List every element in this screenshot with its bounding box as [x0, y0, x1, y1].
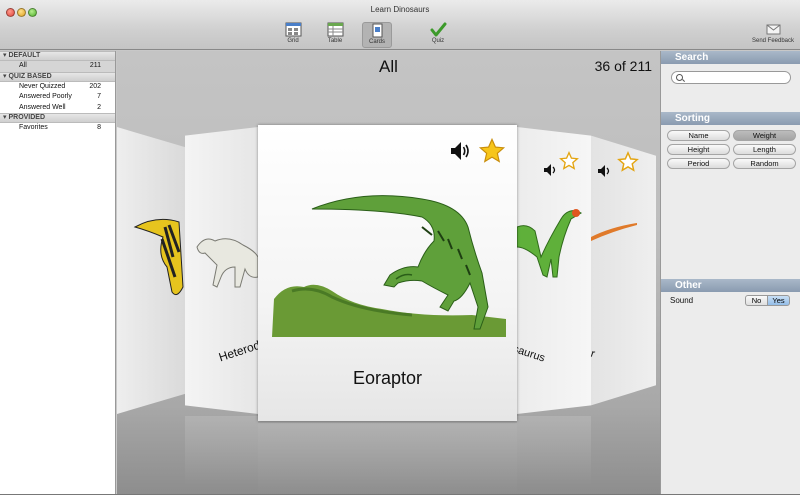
- speaker-icon[interactable]: [449, 140, 471, 162]
- card-flow-stage: All 36 of 211 Heterodo saurus r Eoraptor: [117, 51, 660, 494]
- card-counter: 36 of 211: [594, 58, 652, 74]
- speaker-icon[interactable]: [543, 163, 557, 177]
- window-title: Learn Dinosaurs: [370, 5, 430, 14]
- table-view-button[interactable]: Table: [320, 22, 350, 48]
- star-outline-icon[interactable]: [559, 151, 579, 171]
- grid-view-button[interactable]: Grid: [278, 22, 308, 48]
- sort-random-button[interactable]: Random: [733, 158, 796, 169]
- card-far-left[interactable]: [117, 127, 185, 414]
- left-card-reflection: [185, 416, 258, 486]
- sidebar-item-all[interactable]: All 211: [0, 61, 115, 72]
- star-filled-icon[interactable]: [478, 137, 506, 165]
- dinosaur-image: [272, 195, 506, 337]
- sidebar-item-label: Answered Well: [19, 103, 66, 111]
- search-input[interactable]: [671, 71, 791, 84]
- sidebar-item-label: All: [19, 62, 27, 69]
- sort-period-button[interactable]: Period: [667, 158, 730, 169]
- quiz-label: Quiz: [431, 38, 445, 44]
- other-section: Other: [661, 279, 800, 292]
- envelope-icon: [766, 24, 780, 35]
- sidebar-item-count: 7: [97, 93, 101, 100]
- collection-title: All: [379, 57, 398, 76]
- card-center[interactable]: Eoraptor: [258, 125, 517, 421]
- speaker-icon[interactable]: [597, 164, 611, 178]
- sidebar: ▾ DEFAULT All 211 ▾ QUIZ BASED Never Qui…: [0, 51, 116, 494]
- sidebar-item-count: 211: [89, 62, 101, 69]
- star-outline-icon[interactable]: [617, 151, 639, 173]
- group-title: QUIZ BASED: [8, 72, 52, 80]
- sidebar-item-answered-well[interactable]: Answered Well 2: [0, 103, 115, 114]
- sorting-section-header: Sorting: [661, 112, 800, 125]
- sidebar-item-count: 8: [97, 124, 101, 131]
- table-label: Table: [327, 38, 343, 44]
- card-far-right[interactable]: [591, 135, 656, 406]
- sort-height-button[interactable]: Height: [667, 144, 730, 155]
- card-right[interactable]: [517, 127, 591, 414]
- send-feedback-label: Send Feedback: [751, 38, 795, 44]
- cards-view-button[interactable]: Cards: [362, 22, 392, 48]
- sidebar-item-label: Favorites: [19, 124, 48, 131]
- sorting-section: Sorting: [661, 112, 800, 125]
- sidebar-item-label: Never Quizzed: [19, 82, 66, 90]
- sidebar-item-label: Answered Poorly: [19, 93, 72, 100]
- other-section-header: Other: [661, 279, 800, 292]
- sidebar-item-count: 2: [97, 103, 101, 111]
- card-center-name: Eoraptor: [352, 368, 423, 388]
- search-icon: [676, 74, 683, 81]
- sort-name-button[interactable]: Name: [667, 130, 730, 141]
- table-icon: [327, 22, 343, 37]
- cards-icon: [372, 23, 382, 38]
- right-panel: Search Sorting Name Weight Height Length…: [660, 51, 800, 494]
- search-section-header: Search: [661, 51, 800, 64]
- cards-label: Cards: [368, 39, 385, 45]
- sort-length-button[interactable]: Length: [733, 144, 796, 155]
- sidebar-item-favorites[interactable]: Favorites 8: [0, 123, 115, 134]
- sound-on-button[interactable]: Yes: [767, 295, 790, 306]
- quiz-button[interactable]: Quiz: [423, 22, 453, 48]
- center-card-reflection: [258, 423, 517, 493]
- group-title: DEFAULT: [8, 52, 41, 59]
- dinosaur-image: [196, 238, 258, 288]
- sound-off-button[interactable]: No: [745, 295, 768, 306]
- sidebar-item-answered-poorly[interactable]: Answered Poorly 7: [0, 92, 115, 103]
- group-header-provided[interactable]: ▾ PROVIDED: [0, 113, 115, 123]
- title-bar: Learn Dinosaurs Grid Table Cards Quiz Se…: [0, 0, 800, 50]
- card-left[interactable]: [185, 127, 258, 414]
- sort-weight-button[interactable]: Weight: [733, 130, 796, 141]
- grid-label: Grid: [287, 38, 299, 44]
- right-card-reflection: [517, 416, 591, 486]
- group-header-default[interactable]: ▾ DEFAULT: [0, 51, 115, 61]
- sound-label: Sound: [670, 296, 694, 305]
- sidebar-item-count: 202: [89, 82, 101, 90]
- dinosaur-image: [133, 218, 184, 296]
- grid-icon: [285, 22, 301, 37]
- app-window: Learn Dinosaurs Grid Table Cards Quiz Se…: [0, 0, 800, 495]
- checkmark-icon: [430, 22, 446, 37]
- send-feedback-button[interactable]: Send Feedback: [748, 22, 798, 48]
- sidebar-item-never-quizzed[interactable]: Never Quizzed 202: [0, 82, 115, 93]
- group-title: PROVIDED: [8, 114, 46, 121]
- group-header-quiz-based[interactable]: ▾ QUIZ BASED: [0, 71, 115, 82]
